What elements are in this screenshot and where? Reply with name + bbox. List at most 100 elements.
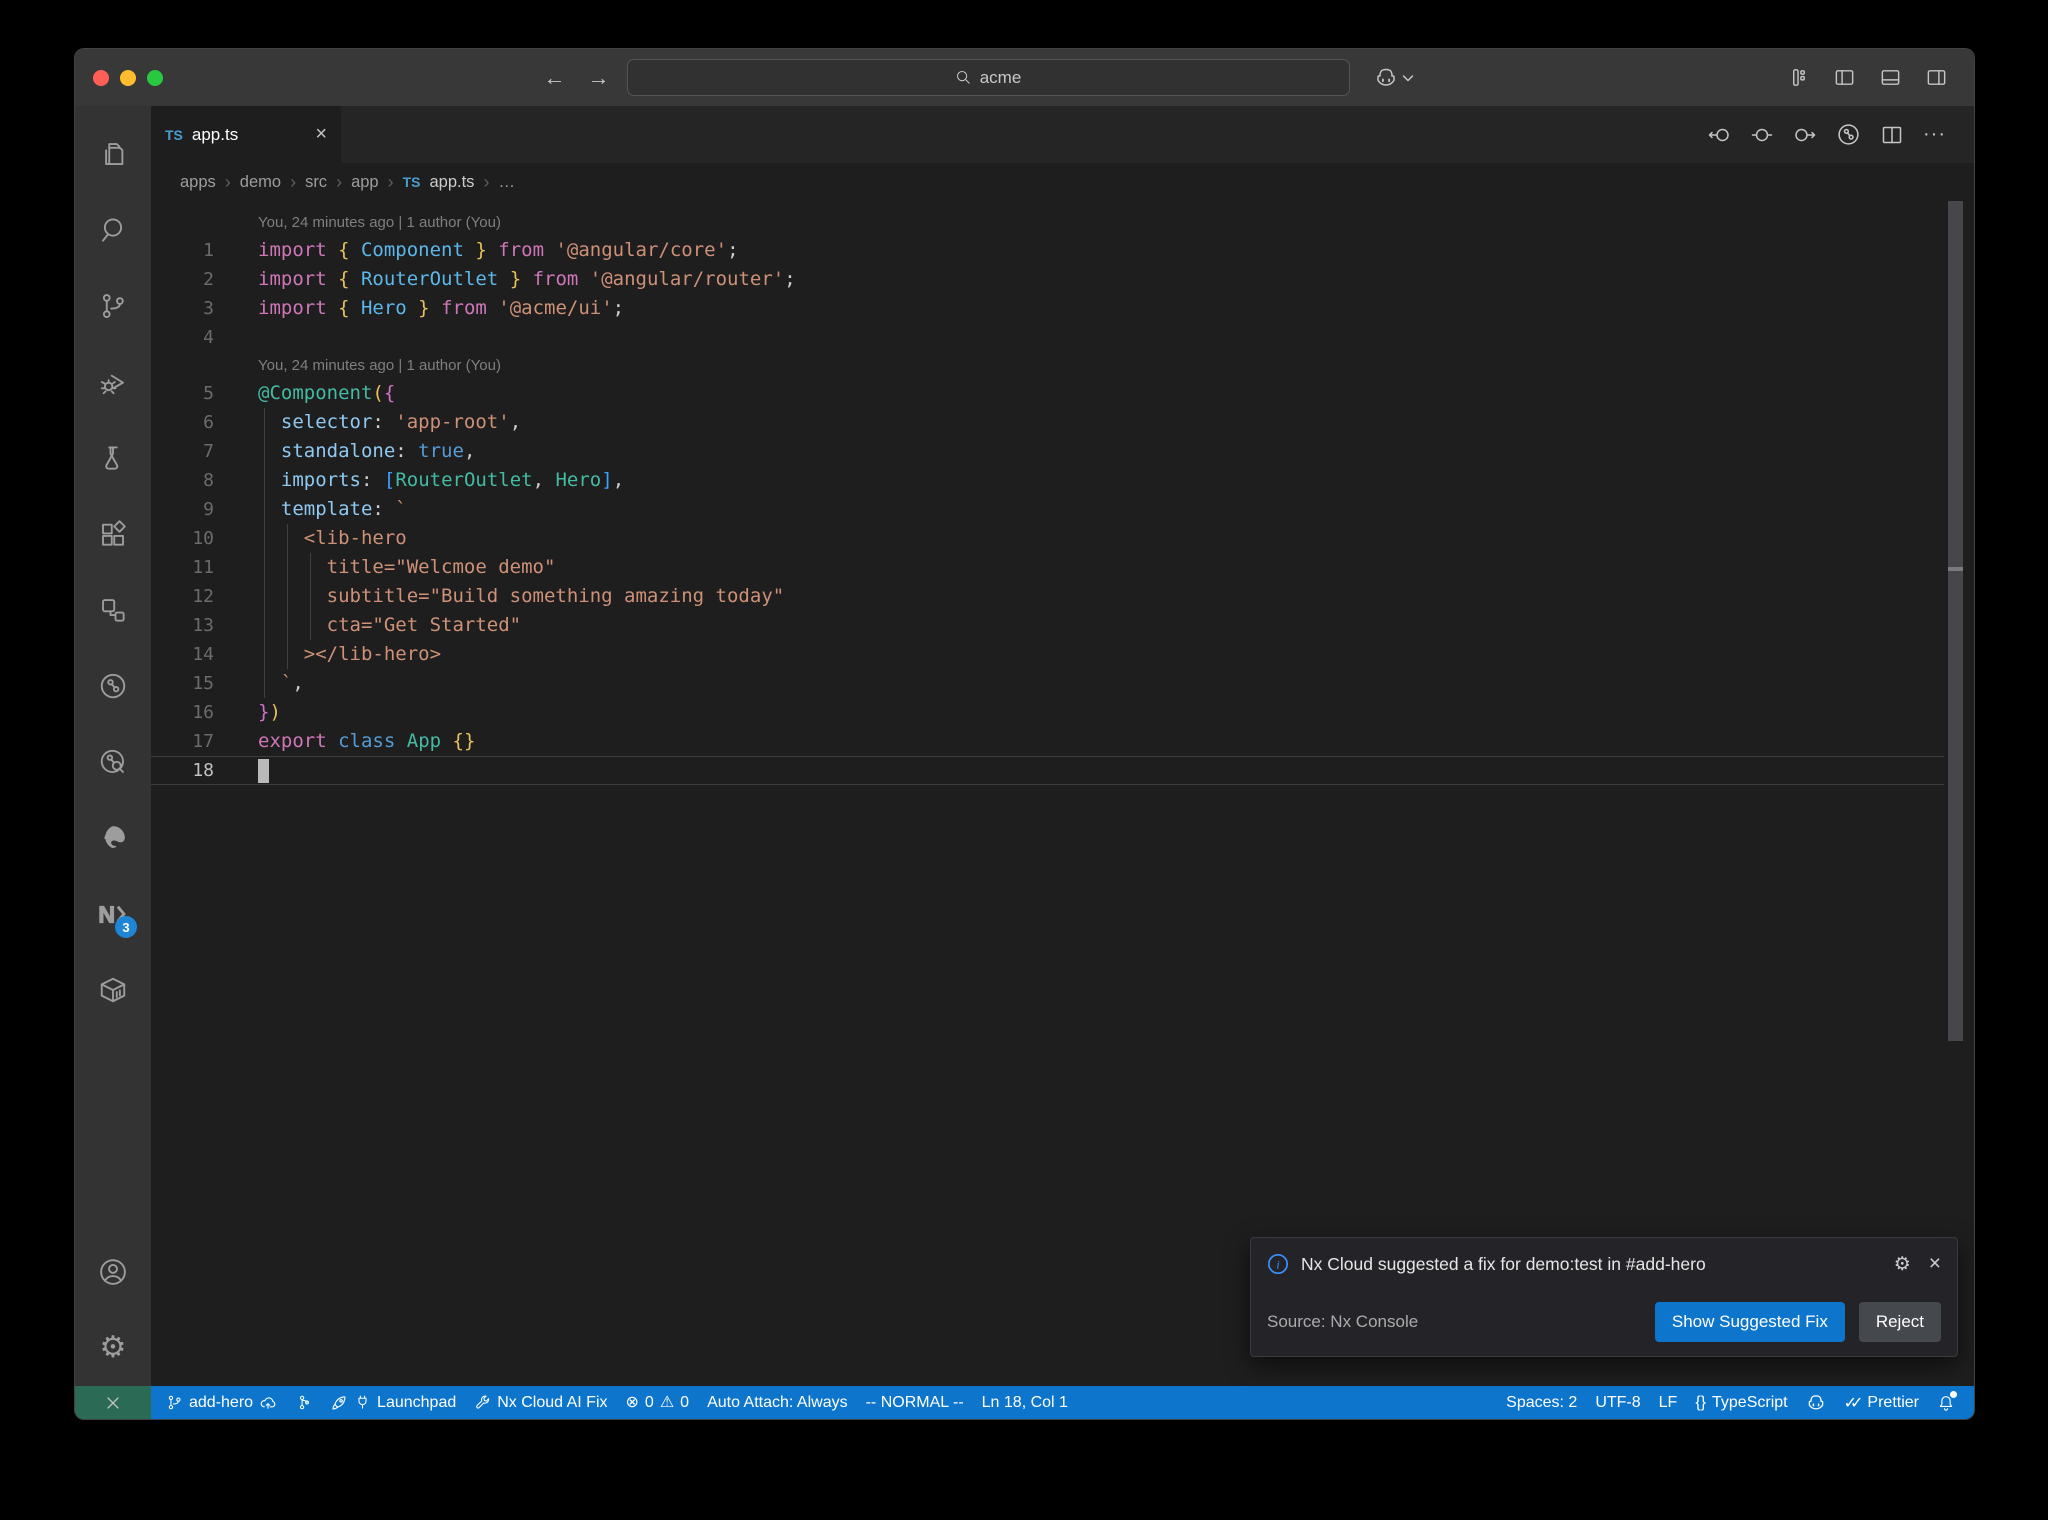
sidebar-item-search[interactable] [75,192,151,268]
code-line[interactable]: 12 subtitle="Build something amazing tod… [151,582,1944,611]
toggle-secondary-sidebar-icon[interactable] [1925,66,1948,89]
command-center-search[interactable]: acme [626,59,1350,96]
history-forward-icon[interactable]: → [587,65,611,91]
notifications-status[interactable] [1928,1386,1964,1419]
customize-layout-icon[interactable] [1787,66,1810,89]
next-change-icon[interactable] [1793,123,1817,147]
problems-status[interactable]: ⊗ 0 ⚠ 0 [617,1386,699,1419]
gitlens-blame-annotation[interactable]: You, 24 minutes ago | 1 author (You) [258,209,1944,236]
gitlens-blame-annotation[interactable]: You, 24 minutes ago | 1 author (You) [258,352,1944,379]
tab-close-icon[interactable]: × [315,123,327,146]
code-line[interactable]: 4 [151,323,1944,352]
sidebar-item-run-debug[interactable] [75,344,151,420]
history-back-icon[interactable]: ← [543,65,567,91]
breadcrumb-separator: › [336,171,343,192]
line-number: 10 [192,528,214,549]
nx-badge: 3 [115,916,137,938]
reject-button[interactable]: Reject [1858,1302,1941,1342]
copilot-menu[interactable] [1374,66,1414,90]
git-branch-status[interactable]: add-hero [157,1386,286,1419]
toggle-panel-icon[interactable] [1879,66,1902,89]
formatter-status[interactable]: ✓✓ Prettier [1835,1386,1928,1419]
accounts-button[interactable] [75,1234,151,1310]
code-line[interactable]: 7 standalone: true, [151,437,1944,466]
sidebar-item-explorer[interactable] [75,116,151,192]
sidebar-item-project-structure[interactable] [75,572,151,648]
code-line[interactable]: 1 import { Component } from '@angular/cor… [151,236,1944,265]
breadcrumb-item[interactable]: apps [180,173,216,192]
remote-indicator[interactable] [75,1386,151,1419]
nx-cloud-fix-status[interactable]: Nx Cloud AI Fix [465,1386,616,1419]
code-line[interactable]: 14 ></lib-hero> [151,640,1944,669]
vim-mode-status[interactable]: -- NORMAL -- [857,1386,973,1419]
eol-status[interactable]: LF [1650,1386,1687,1419]
breadcrumb-item-symbols[interactable]: … [498,173,515,192]
editor-scrollbar[interactable] [1948,201,1963,1386]
compare-working-icon[interactable] [1750,123,1774,147]
sidebar-item-nx-console[interactable]: N 3 [75,876,151,952]
tab-bar: TS app.ts × ··· [151,106,1974,163]
language-mode-status[interactable]: {} TypeScript [1686,1386,1796,1419]
auto-attach-status[interactable]: Auto Attach: Always [698,1386,857,1419]
code-line[interactable]: 6 selector: 'app-root', [151,408,1944,437]
cursor-position-status[interactable]: Ln 18, Col 1 [973,1386,1077,1419]
sidebar-item-containers[interactable] [75,952,151,1028]
indent-guide [264,640,265,669]
warning-count: 0 [680,1393,690,1411]
breadcrumb-item[interactable]: src [305,173,327,192]
sidebar-item-testing[interactable] [75,420,151,496]
line-number: 1 [203,240,214,261]
code-line[interactable]: 10 <lib-hero [151,524,1944,553]
sidebar-item-edge-devtools[interactable] [75,800,151,876]
sidebar-item-commit-graph[interactable] [75,648,151,724]
breadcrumb-item-current[interactable]: app.ts [429,173,474,192]
code-line[interactable]: 16}) [151,698,1944,727]
indentation-status[interactable]: Spaces: 2 [1497,1386,1586,1419]
breadcrumb-item[interactable]: app [351,173,379,192]
zoom-window-button[interactable] [147,69,163,86]
prev-change-icon[interactable] [1707,123,1731,147]
close-icon[interactable]: × [1929,1252,1941,1276]
notification-settings-icon[interactable]: ⚙ [1894,1253,1911,1276]
notification-title: Nx Cloud suggested a fix for demo:test i… [1301,1253,1706,1274]
settings-button[interactable]: ⚙ [75,1310,151,1386]
line-number: 5 [203,383,214,404]
code-line[interactable]: 2 import { RouterOutlet } from '@angular/… [151,265,1944,294]
toggle-primary-sidebar-icon[interactable] [1833,66,1856,89]
commit-graph-action-icon[interactable] [1836,122,1861,147]
breadcrumb-item[interactable]: demo [240,173,281,192]
sidebar-item-extensions[interactable] [75,496,151,572]
code-editor[interactable]: You, 24 minutes ago | 1 author (You) 1 imp… [151,201,1974,1386]
scrollbar-slider[interactable] [1948,201,1963,1041]
code-line[interactable]: 17 export class App {} [151,727,1944,756]
minimize-window-button[interactable] [120,69,136,86]
git-branch-icon [168,1395,181,1410]
extensions-icon [102,520,126,546]
indent-guide [287,582,288,611]
code-line[interactable]: 5 @Component({ [151,379,1944,408]
indent-guide [264,437,265,466]
code-line[interactable]: 15 `, [151,669,1944,698]
launchpad-status[interactable]: Launchpad [321,1386,465,1419]
sidebar-item-source-control[interactable] [75,268,151,344]
sidebar-item-commit-search[interactable] [75,724,151,800]
breadcrumb-separator: › [387,171,394,192]
copilot-status[interactable] [1797,1386,1835,1419]
more-actions-icon[interactable]: ··· [1923,123,1946,146]
code-line[interactable]: 8 imports: [RouterOutlet, Hero], [151,466,1944,495]
tab-app-ts[interactable]: TS app.ts × [151,106,341,163]
code-line[interactable]: 13 cta="Get Started" [151,611,1944,640]
encoding-status[interactable]: UTF-8 [1586,1386,1649,1419]
warning-icon: ⚠ [659,1393,675,1411]
code-line[interactable]: 11 title="Welcmoe demo" [151,553,1944,582]
code-line[interactable]: 3 import { Hero } from '@acme/ui'; [151,294,1944,323]
code-line[interactable]: 9 template: ` [151,495,1944,524]
double-check-icon: ✓✓ [1843,1394,1864,1412]
container-icon [100,977,126,1003]
code-line[interactable]: 18 [151,756,1944,785]
git-graph-status[interactable] [286,1386,321,1419]
show-suggested-fix-button[interactable]: Show Suggested Fix [1654,1302,1845,1342]
indent-guide [287,524,288,553]
split-editor-icon[interactable] [1880,123,1904,147]
close-window-button[interactable] [93,69,109,86]
